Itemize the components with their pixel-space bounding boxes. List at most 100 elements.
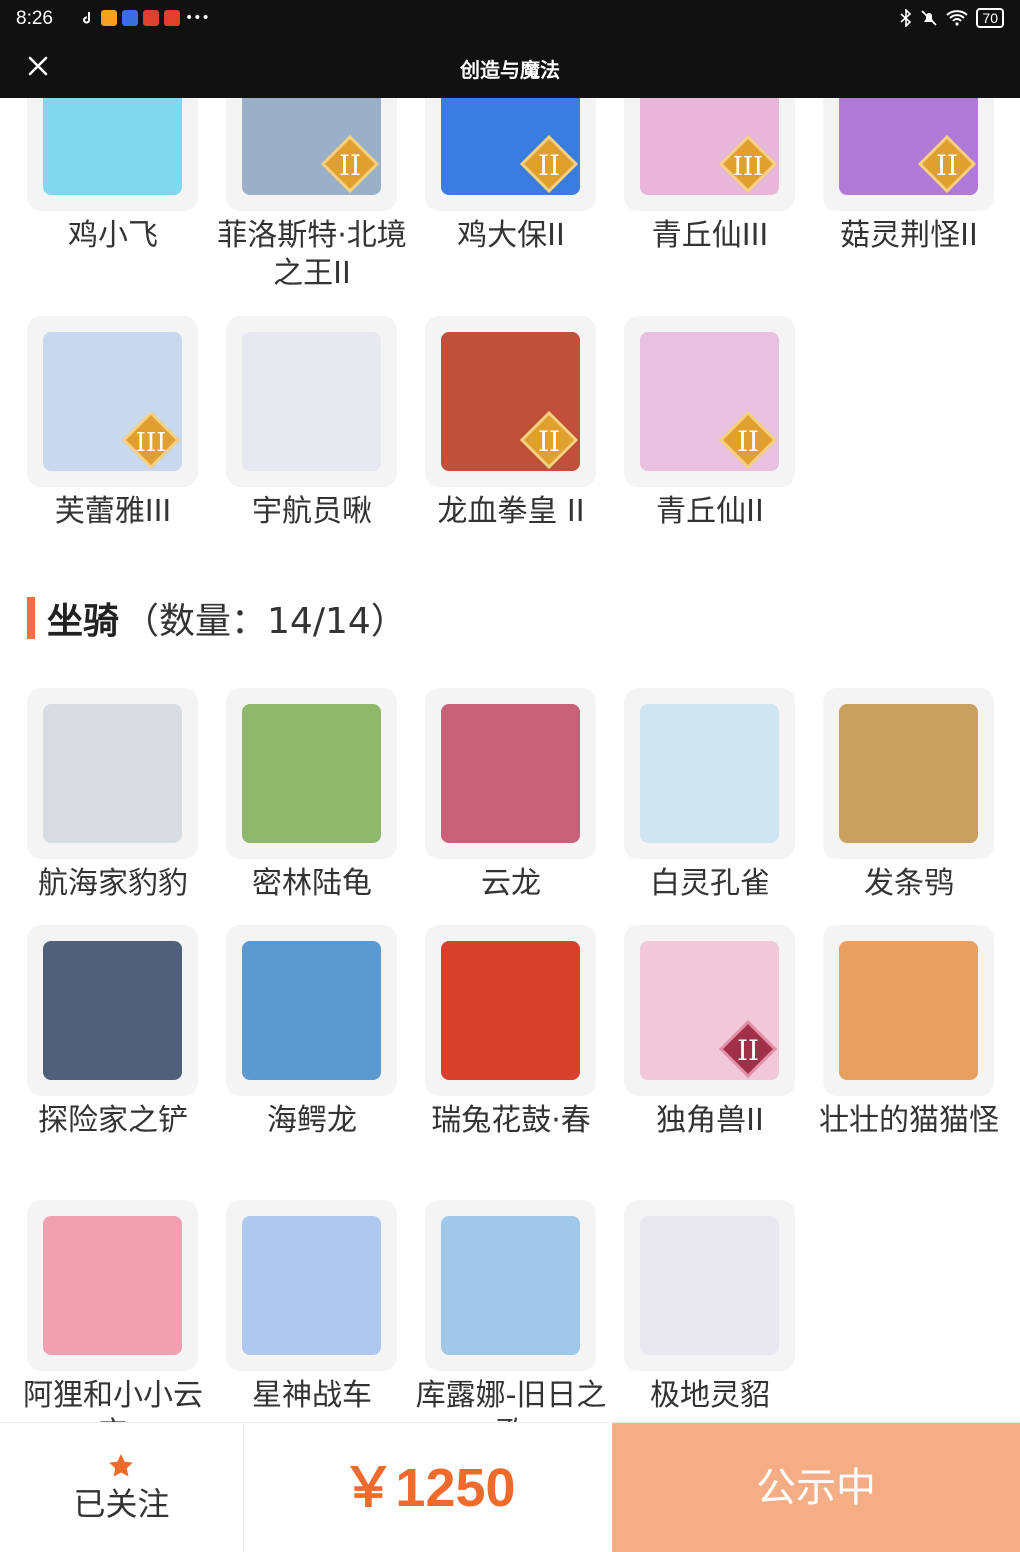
mounts-section-header: 坐骑 （数量：14/14） <box>27 596 407 642</box>
mount-thumbnail <box>624 688 795 859</box>
content-area[interactable]: 鸡小飞 II 菲洛斯特·北境之王II II 鸡大保II III 青丘仙III I… <box>0 98 1020 1422</box>
mount-item[interactable]: 壮壮的猫猫怪 <box>819 925 999 1140</box>
mount-name: 密林陆龟 <box>252 866 372 901</box>
pet-item[interactable]: II 菇灵荆怪II <box>823 98 994 255</box>
star-icon <box>109 1454 133 1477</box>
mount-item[interactable]: 航海家豹豹 <box>27 688 198 903</box>
pet-thumbnail <box>27 98 198 211</box>
svg-text:II: II <box>339 149 361 182</box>
bottom-action-bar: 已关注 ￥1250 公示中 <box>0 1422 1020 1552</box>
mount-item[interactable]: 发条鸮 <box>823 688 994 903</box>
mount-thumbnail <box>624 1200 795 1371</box>
pet-thumbnail: II <box>624 316 795 487</box>
follow-button[interactable]: 已关注 <box>0 1423 244 1552</box>
pet-thumbnail: II <box>823 98 994 211</box>
pet-name: 宇航员啾 <box>252 494 372 529</box>
pet-name: 鸡小飞 <box>68 218 158 253</box>
pet-item[interactable]: 鸡小飞 <box>27 98 198 255</box>
pet-image <box>43 98 182 195</box>
mount-name: 发条鸮 <box>864 866 954 901</box>
mount-item[interactable]: II 独角兽II <box>624 925 795 1140</box>
pet-item[interactable]: III 芙蕾雅III <box>27 316 198 531</box>
battery-indicator: 70 <box>976 8 1004 28</box>
pet-item[interactable]: III 青丘仙III <box>624 98 795 255</box>
taobao-icon <box>143 10 159 26</box>
svg-text:II: II <box>538 425 560 458</box>
mute-bell-icon <box>921 10 938 26</box>
pet-name: 青丘仙III <box>651 218 769 253</box>
mount-item[interactable]: 云龙 <box>425 688 596 903</box>
mount-thumbnail: II <box>624 925 795 1096</box>
pet-thumbnail <box>226 316 397 487</box>
mount-name: 航海家豹豹 <box>38 866 188 901</box>
follow-label: 已关注 <box>73 1485 170 1523</box>
pet-name: 菇灵荆怪II <box>840 218 978 253</box>
publicity-status-button[interactable]: 公示中 <box>612 1423 1020 1552</box>
pet-thumbnail: II <box>226 98 397 211</box>
tiktok-icon <box>80 10 96 26</box>
mount-item[interactable]: 瑞兔花鼓·春 <box>425 925 596 1140</box>
mount-thumbnail <box>226 1200 397 1371</box>
taobao-icon-2 <box>164 10 180 26</box>
price-display: ￥1250 <box>341 1458 516 1518</box>
app-notification-icon <box>101 10 117 26</box>
pet-item[interactable]: II 鸡大保II <box>425 98 596 255</box>
mount-name: 星神战车 <box>252 1378 372 1413</box>
mount-item[interactable]: 密林陆龟 <box>226 688 397 903</box>
tier-badge-icon: II <box>321 135 379 193</box>
mount-image <box>640 704 779 843</box>
pet-thumbnail: III <box>27 316 198 487</box>
mount-image <box>441 941 580 1080</box>
mount-item[interactable]: 阿狸和小小云宝 <box>23 1200 203 1422</box>
mount-name: 瑞兔花鼓·春 <box>431 1103 591 1138</box>
mount-name: 阿狸和小小云宝 <box>23 1378 203 1422</box>
status-bar: 8:26 ••• 70 <box>0 0 1020 38</box>
pet-item[interactable]: II 龙血拳皇 II <box>425 316 596 531</box>
mount-item[interactable]: 极地灵貂 <box>624 1200 795 1415</box>
mount-item[interactable]: 海鳄龙 <box>226 925 397 1140</box>
title-bar: 创造与魔法 <box>0 38 1020 98</box>
mount-image <box>43 1216 182 1355</box>
mount-thumbnail <box>27 688 198 859</box>
svg-text:II: II <box>737 425 759 458</box>
mount-item[interactable]: 库露娜-旧日之歌 <box>416 1200 606 1422</box>
pet-thumbnail: II <box>425 98 596 211</box>
mount-image <box>441 704 580 843</box>
system-icons: 70 <box>900 8 1004 28</box>
mount-thumbnail <box>425 1200 596 1371</box>
tier-badge-icon: II <box>520 135 578 193</box>
tier-badge-icon: II <box>520 411 578 469</box>
mount-name: 探险家之铲 <box>38 1103 188 1138</box>
pet-item[interactable]: 宇航员啾 <box>226 316 397 531</box>
clock: 8:26 <box>16 8 53 29</box>
pet-item[interactable]: II 青丘仙II <box>624 316 795 531</box>
mount-thumbnail <box>226 688 397 859</box>
tier-badge-icon: III <box>719 135 777 193</box>
mount-image <box>839 941 978 1080</box>
notification-icons: ••• <box>80 10 210 26</box>
pet-name: 芙蕾雅III <box>54 494 172 529</box>
tier-badge-icon: II <box>918 135 976 193</box>
mount-name: 云龙 <box>481 866 541 901</box>
svg-text:III: III <box>136 428 167 458</box>
mount-item[interactable]: 星神战车 <box>226 1200 397 1415</box>
tier-badge-icon: II <box>719 1020 777 1078</box>
section-count: （数量：14/14） <box>123 601 407 642</box>
pet-name: 菲洛斯特·北境之王II <box>217 218 407 291</box>
pet-thumbnail: III <box>624 98 795 211</box>
zhihu-icon <box>122 10 138 26</box>
svg-text:II: II <box>538 149 560 182</box>
mount-name: 壮壮的猫猫怪 <box>819 1103 999 1138</box>
mount-item[interactable]: 白灵孔雀 <box>624 688 795 903</box>
mount-thumbnail <box>226 925 397 1096</box>
section-title: 坐骑 <box>47 601 120 642</box>
mount-item[interactable]: 探险家之铲 <box>27 925 198 1140</box>
tier-badge-icon: III <box>122 411 180 469</box>
mount-image <box>640 1216 779 1355</box>
pet-item[interactable]: II 菲洛斯特·北境之王II <box>217 98 407 293</box>
mount-thumbnail <box>425 925 596 1096</box>
mount-thumbnail <box>27 1200 198 1371</box>
mount-name: 库露娜-旧日之歌 <box>415 1378 607 1422</box>
page-title: 创造与魔法 <box>460 58 560 82</box>
mount-thumbnail <box>823 925 994 1096</box>
